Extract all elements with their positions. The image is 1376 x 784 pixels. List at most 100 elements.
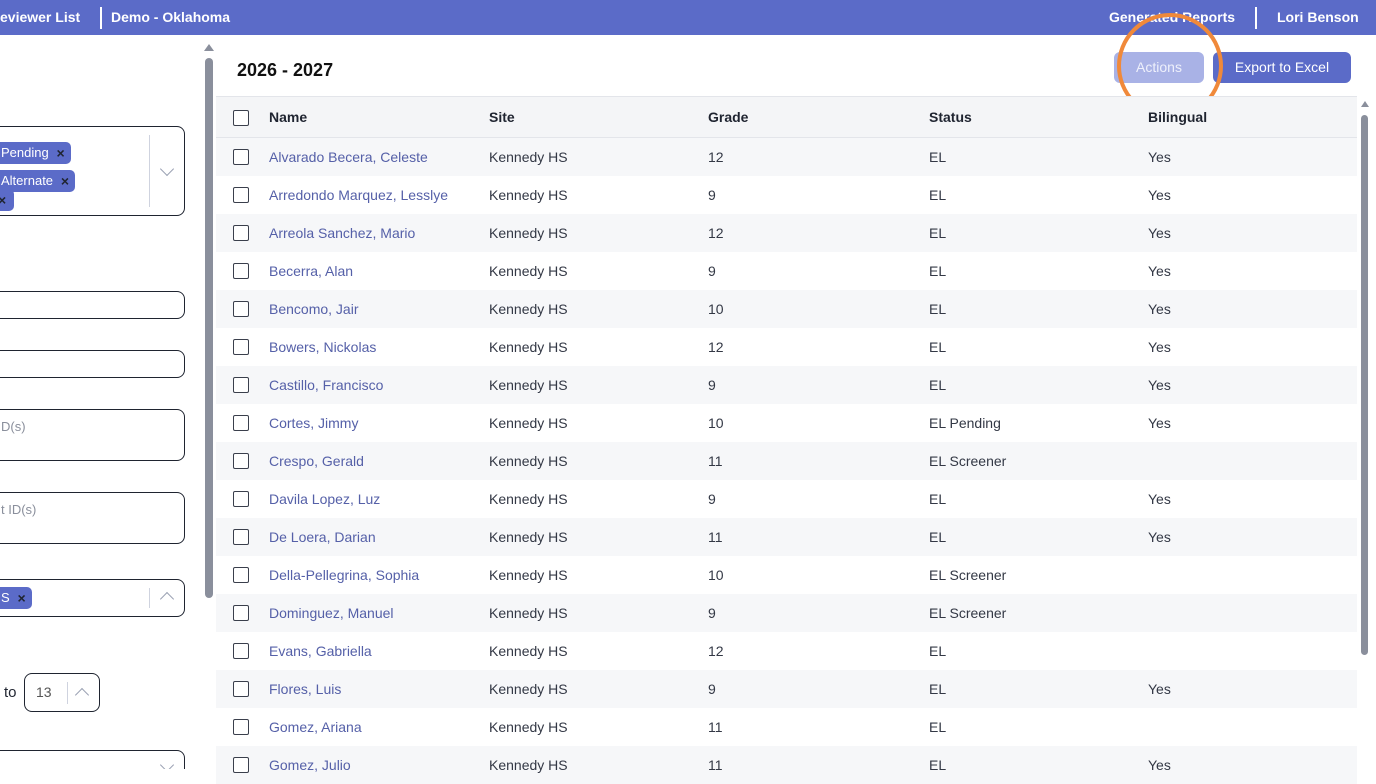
select-divider: [149, 135, 150, 207]
row-checkbox[interactable]: [233, 339, 249, 355]
chevron-up-icon[interactable]: [74, 687, 90, 703]
filter-panel-scrollbar[interactable]: [205, 58, 213, 598]
table-row[interactable]: Bencomo, Jair Kennedy HS 10 EL Yes: [216, 290, 1357, 328]
cell-status: EL Pending: [929, 415, 1001, 431]
cell-name[interactable]: Castillo, Francisco: [269, 366, 383, 404]
row-checkbox[interactable]: [233, 187, 249, 203]
row-checkbox[interactable]: [233, 643, 249, 659]
table-row[interactable]: Cortes, Jimmy Kennedy HS 10 EL Pending Yes: [216, 404, 1357, 442]
cell-site: Kennedy HS: [489, 757, 568, 773]
table-row[interactable]: Crespo, Gerald Kennedy HS 11 EL Screener: [216, 442, 1357, 480]
close-icon[interactable]: ×: [0, 189, 6, 211]
filter-input-1[interactable]: [0, 291, 185, 319]
close-icon[interactable]: ×: [57, 142, 65, 164]
cell-name[interactable]: Gomez, Ariana: [269, 708, 362, 746]
nav-separator: [100, 7, 102, 29]
table-row[interactable]: Flores, Luis Kennedy HS 9 EL Yes: [216, 670, 1357, 708]
site-chip: S ×: [0, 587, 32, 609]
column-header-status[interactable]: Status: [929, 97, 972, 137]
row-checkbox[interactable]: [233, 529, 249, 545]
row-checkbox[interactable]: [233, 681, 249, 697]
scroll-up-arrow-icon[interactable]: [204, 44, 214, 51]
nav-reviewer-list[interactable]: eviewer List: [0, 0, 80, 35]
table-row[interactable]: Arredondo Marquez, Lesslye Kennedy HS 9 EL Y…: [216, 176, 1357, 214]
row-checkbox[interactable]: [233, 415, 249, 431]
table-scrollbar[interactable]: [1361, 115, 1368, 655]
table-row[interactable]: Arreola Sanchez, Mario Kennedy HS 12 EL Yes: [216, 214, 1357, 252]
table-row[interactable]: Bowers, Nickolas Kennedy HS 12 EL Yes: [216, 328, 1357, 366]
cell-name[interactable]: Arreola Sanchez, Mario: [269, 214, 415, 252]
row-checkbox[interactable]: [233, 263, 249, 279]
table-row[interactable]: Gomez, Ariana Kennedy HS 11 EL: [216, 708, 1357, 746]
table-row[interactable]: Gomez, Julio Kennedy HS 11 EL Yes: [216, 746, 1357, 784]
filter-input-2[interactable]: [0, 350, 185, 378]
row-checkbox[interactable]: [233, 719, 249, 735]
nav-separator: [1255, 7, 1257, 29]
export-to-excel-button[interactable]: Export to Excel: [1213, 52, 1351, 83]
column-header-site[interactable]: Site: [489, 97, 515, 137]
column-header-grade[interactable]: Grade: [708, 97, 748, 137]
scroll-up-arrow-icon[interactable]: [1361, 101, 1369, 107]
row-checkbox[interactable]: [233, 377, 249, 393]
state-ids-textarea[interactable]: t ID(s): [0, 492, 185, 544]
cell-status: EL: [929, 491, 947, 507]
cell-site: Kennedy HS: [489, 339, 568, 355]
row-checkbox[interactable]: [233, 567, 249, 583]
chevron-down-icon[interactable]: [159, 757, 175, 769]
table-row[interactable]: Castillo, Francisco Kennedy HS 9 EL Yes: [216, 366, 1357, 404]
cell-name[interactable]: Bencomo, Jair: [269, 290, 358, 328]
row-checkbox[interactable]: [233, 453, 249, 469]
cell-site: Kennedy HS: [489, 719, 568, 735]
status-multiselect[interactable]: Pending × Alternate × ×: [0, 126, 185, 216]
cell-site: Kennedy HS: [489, 301, 568, 317]
cell-name[interactable]: Crespo, Gerald: [269, 442, 364, 480]
table-row[interactable]: Dominguez, Manuel Kennedy HS 9 EL Screener: [216, 594, 1357, 632]
close-icon[interactable]: ×: [17, 587, 25, 609]
cell-name[interactable]: Becerra, Alan: [269, 252, 353, 290]
nav-district[interactable]: Demo - Oklahoma: [111, 0, 230, 35]
chevron-up-icon[interactable]: [159, 591, 175, 607]
column-header-name[interactable]: Name: [269, 97, 307, 137]
cell-status: EL: [929, 529, 947, 545]
cell-name[interactable]: Evans, Gabriella: [269, 632, 372, 670]
row-checkbox[interactable]: [233, 225, 249, 241]
status-chip-remove: ×: [0, 189, 14, 211]
cell-name[interactable]: De Loera, Darian: [269, 518, 376, 556]
cell-name[interactable]: Cortes, Jimmy: [269, 404, 358, 442]
column-header-bilingual[interactable]: Bilingual: [1148, 97, 1207, 137]
cell-name[interactable]: Gomez, Julio: [269, 746, 351, 784]
cell-name[interactable]: Arredondo Marquez, Lesslye: [269, 176, 448, 214]
table-row[interactable]: De Loera, Darian Kennedy HS 11 EL Yes: [216, 518, 1357, 556]
site-multiselect[interactable]: S ×: [0, 579, 185, 617]
student-ids-textarea[interactable]: D(s): [0, 409, 185, 461]
filter-panel: Pending × Alternate × × D(s) t ID(s) S ×…: [0, 35, 200, 769]
table-row[interactable]: Della-Pellegrina, Sophia Kennedy HS 10 EL S…: [216, 556, 1357, 594]
grade-range-to-label: to: [4, 684, 17, 701]
chevron-down-icon[interactable]: [159, 161, 175, 177]
cell-bilingual: Yes: [1148, 415, 1171, 431]
cell-name[interactable]: Davila Lopez, Luz: [269, 480, 380, 518]
cell-name[interactable]: Dominguez, Manuel: [269, 594, 394, 632]
close-icon[interactable]: ×: [61, 170, 69, 192]
row-checkbox[interactable]: [233, 491, 249, 507]
user-menu[interactable]: Lori Benson: [1277, 0, 1359, 35]
cell-name[interactable]: Flores, Luis: [269, 670, 341, 708]
table-row[interactable]: Evans, Gabriella Kennedy HS 12 EL: [216, 632, 1357, 670]
select-all-checkbox[interactable]: [233, 110, 249, 126]
cell-name[interactable]: Della-Pellegrina, Sophia: [269, 556, 419, 594]
table-row[interactable]: Davila Lopez, Luz Kennedy HS 9 EL Yes: [216, 480, 1357, 518]
row-checkbox[interactable]: [233, 757, 249, 773]
row-checkbox[interactable]: [233, 605, 249, 621]
cell-grade: 12: [708, 225, 724, 241]
row-checkbox[interactable]: [233, 149, 249, 165]
grade-to-select[interactable]: 13: [24, 673, 100, 712]
cell-bilingual: Yes: [1148, 149, 1171, 165]
table-row[interactable]: Alvarado Becera, Celeste Kennedy HS 12 EL Ye…: [216, 138, 1357, 176]
cell-name[interactable]: Alvarado Becera, Celeste: [269, 138, 428, 176]
cell-status: EL Screener: [929, 605, 1007, 621]
cell-name[interactable]: Bowers, Nickolas: [269, 328, 376, 366]
table-row[interactable]: Becerra, Alan Kennedy HS 9 EL Yes: [216, 252, 1357, 290]
cell-grade: 10: [708, 301, 724, 317]
filter-select-bottom[interactable]: [0, 750, 185, 769]
row-checkbox[interactable]: [233, 301, 249, 317]
